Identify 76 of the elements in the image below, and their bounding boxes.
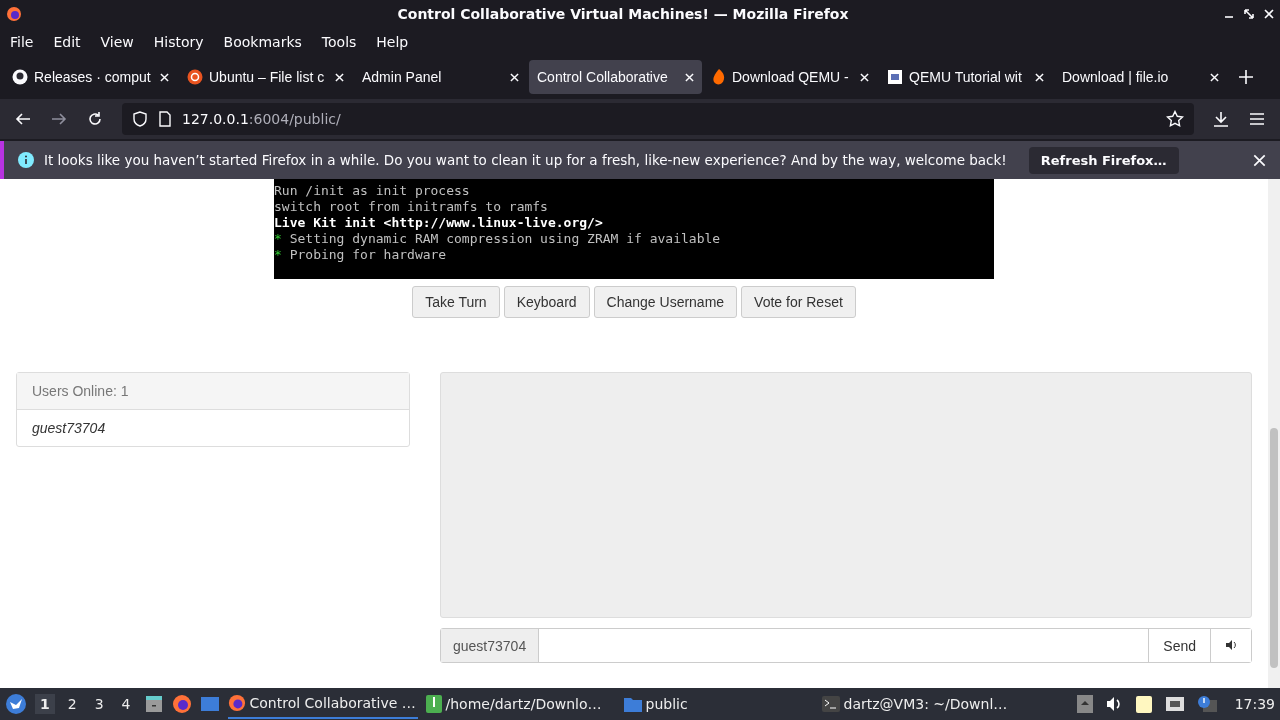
browser-tab[interactable]: Admin Panel <box>354 60 527 94</box>
browser-tab[interactable]: Download | file.io <box>1054 60 1227 94</box>
reload-icon[interactable] <box>86 110 104 128</box>
workspace-button[interactable]: 1 <box>35 694 55 714</box>
workspace-button[interactable]: 2 <box>62 694 82 714</box>
shield-icon <box>132 111 148 127</box>
page-icon <box>887 69 903 85</box>
close-tab-icon[interactable] <box>160 72 169 82</box>
console-line: Setting dynamic RAM compression using ZRAM if available <box>289 231 721 246</box>
close-icon[interactable] <box>1253 153 1266 167</box>
close-tab-icon[interactable] <box>685 72 694 82</box>
menu-item[interactable]: File <box>0 33 44 50</box>
menu-item[interactable]: History <box>143 33 214 50</box>
workspace-button[interactable]: 3 <box>89 694 109 714</box>
cabinet-icon[interactable] <box>143 694 164 714</box>
refresh-button[interactable]: Refresh Firefox… <box>1028 146 1179 174</box>
window-title: Control Collaborative Virtual Machines! — Mozilla Firefox <box>396 6 850 22</box>
close-icon[interactable] <box>1264 9 1274 19</box>
new-tab-icon[interactable] <box>1239 70 1253 84</box>
terminal-icon <box>821 696 840 712</box>
download-icon[interactable] <box>1212 110 1230 128</box>
console-bullet: * <box>274 231 282 246</box>
browser-tab[interactable]: Download QEMU - <box>704 60 877 94</box>
clock: 17:39 <box>1234 696 1275 712</box>
console-line: Probing for hardware <box>289 247 447 262</box>
browser-tab[interactable]: Releases · comput <box>4 60 177 94</box>
users-heading: Users Online: 1 <box>17 373 409 410</box>
clipboard-icon[interactable] <box>1134 694 1153 714</box>
close-tab-icon[interactable] <box>1035 72 1044 82</box>
volume-icon[interactable] <box>1104 695 1123 713</box>
close-tab-icon[interactable] <box>860 72 869 82</box>
eject-icon[interactable] <box>1076 695 1093 713</box>
flame-icon <box>712 69 726 85</box>
console-line: Live Kit init <http://www.linux-live.org/> <box>274 215 604 231</box>
vm-button[interactable]: Change Username <box>593 286 738 318</box>
menu-item[interactable]: View <box>90 33 144 50</box>
address-bar[interactable]: 127.0.0.1:6004/public/ <box>122 103 1194 135</box>
browser-tab[interactable]: QEMU Tutorial wit <box>879 60 1052 94</box>
close-tab-icon[interactable] <box>1210 72 1219 82</box>
menu-item[interactable]: Edit <box>43 33 91 50</box>
firefox-icon[interactable] <box>171 694 192 714</box>
console-line: switch root from initramfs to ramfs <box>274 199 549 215</box>
workspace-button[interactable]: 4 <box>116 694 136 714</box>
notification-message: It looks like you haven’t started Firefox in a while. Do you want to clean it up for a fresh, like-new experience? And by the way, welcome back! <box>44 152 1007 168</box>
star-icon[interactable] <box>1166 110 1184 128</box>
browser-tab[interactable]: Ubuntu – File list c <box>179 60 352 94</box>
firefox-icon <box>227 694 246 712</box>
console-bullet: * <box>274 247 282 262</box>
taskbar-window[interactable]: Control Collaborative … <box>227 689 418 719</box>
taskbar-window[interactable]: /home/dartz/Downlo… <box>425 689 616 719</box>
notification-icon[interactable] <box>1196 695 1217 713</box>
menu-item[interactable]: Tools <box>311 33 367 50</box>
vm-screen[interactable]: Run /init as init process switch root from initramfs to ramfs Live Kit init <http://www.linux-live.org/> * Setting dynamic RAM compression using ZRAM if available * Probing for hardware <box>274 179 994 279</box>
taskbar-window[interactable]: public <box>623 689 814 719</box>
menu-item[interactable]: Bookmarks <box>213 33 312 50</box>
vm-button[interactable]: Keyboard <box>503 286 590 318</box>
console-line: Run /init as init process <box>274 183 471 199</box>
menu-item[interactable]: Help <box>366 33 419 50</box>
scrollbar[interactable] <box>1268 179 1280 688</box>
restore-icon[interactable] <box>1244 9 1254 19</box>
network-icon[interactable] <box>1164 695 1185 713</box>
page-icon <box>158 111 172 127</box>
ubuntu-icon <box>187 69 203 85</box>
window-icon[interactable] <box>199 694 220 714</box>
info-icon <box>18 152 34 168</box>
firefox-icon <box>6 6 22 22</box>
github-icon <box>12 69 28 85</box>
menu-icon[interactable] <box>1248 110 1266 128</box>
vm-button[interactable]: Take Turn <box>412 286 500 318</box>
vm-button[interactable]: Vote for Reset <box>741 286 856 318</box>
close-tab-icon[interactable] <box>510 72 519 82</box>
user-item: guest73704 <box>31 419 107 438</box>
close-tab-icon[interactable] <box>335 72 344 82</box>
taskbar-window[interactable]: dartz@VM3: ~/Downl… <box>821 689 1012 719</box>
folder-icon <box>623 696 642 712</box>
browser-tab[interactable]: Control Collaborative <box>529 60 702 94</box>
